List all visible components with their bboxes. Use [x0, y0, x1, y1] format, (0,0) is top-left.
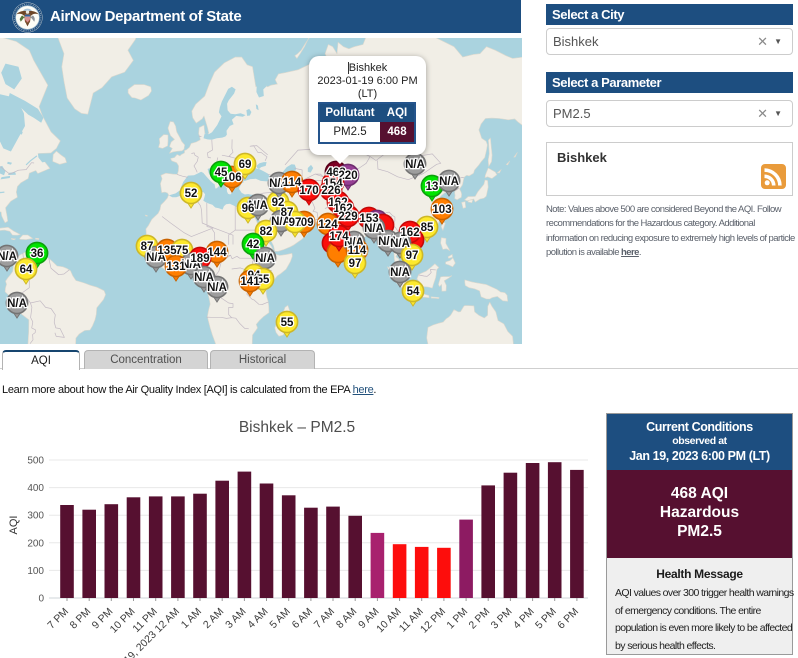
svg-text:8 AM: 8 AM — [334, 606, 359, 631]
svg-text:96: 96 — [242, 203, 255, 215]
svg-text:N/A: N/A — [390, 267, 410, 279]
svg-text:141: 141 — [240, 276, 260, 288]
svg-text:10 PM: 10 PM — [108, 606, 138, 636]
svg-text:82: 82 — [260, 226, 273, 238]
svg-text:131: 131 — [166, 261, 186, 273]
svg-text:0: 0 — [38, 594, 44, 605]
svg-text:69: 69 — [239, 159, 252, 171]
svg-text:N/A: N/A — [207, 282, 227, 294]
svg-text:64: 64 — [20, 264, 33, 276]
svg-text:N/A: N/A — [439, 176, 459, 188]
svg-text:300: 300 — [27, 511, 44, 522]
svg-text:124: 124 — [318, 219, 338, 231]
svg-text:1 PM: 1 PM — [444, 606, 470, 632]
svg-text:55: 55 — [281, 317, 294, 329]
svg-text:189: 189 — [190, 253, 209, 265]
svg-text:135: 135 — [157, 245, 177, 257]
svg-text:Bishkek – PM2.5: Bishkek – PM2.5 — [239, 419, 355, 436]
svg-text:45: 45 — [215, 167, 228, 179]
svg-text:N/A: N/A — [390, 238, 410, 250]
svg-text:97: 97 — [406, 250, 419, 262]
svg-text:3 PM: 3 PM — [489, 606, 515, 632]
svg-text:200: 200 — [27, 538, 44, 549]
svg-text:6 PM: 6 PM — [555, 606, 581, 632]
svg-text:75: 75 — [176, 245, 189, 257]
svg-text:13: 13 — [426, 181, 439, 193]
svg-text:52: 52 — [185, 188, 198, 200]
svg-text:97: 97 — [289, 217, 302, 229]
svg-text:114: 114 — [348, 245, 367, 257]
svg-text:AQI: AQI — [8, 516, 20, 535]
svg-text:7 PM: 7 PM — [45, 606, 71, 632]
svg-text:153: 153 — [359, 213, 378, 225]
svg-text:N/A: N/A — [405, 159, 425, 171]
svg-text:54: 54 — [407, 286, 420, 298]
svg-text:97: 97 — [349, 258, 362, 270]
svg-text:10 AM: 10 AM — [374, 606, 404, 636]
svg-text:N/A: N/A — [0, 251, 17, 263]
svg-text:170: 170 — [299, 185, 318, 197]
svg-text:144: 144 — [207, 247, 227, 259]
svg-text:N/A: N/A — [255, 253, 275, 265]
svg-text:400: 400 — [27, 483, 44, 494]
svg-text:4 AM: 4 AM — [245, 606, 270, 631]
svg-text:12 PM: 12 PM — [418, 606, 448, 636]
svg-text:103: 103 — [432, 204, 451, 216]
svg-text:500: 500 — [27, 456, 44, 467]
svg-text:100: 100 — [27, 566, 44, 577]
svg-text:1 AM: 1 AM — [179, 606, 204, 631]
svg-text:174: 174 — [329, 231, 349, 243]
svg-text:3 AM: 3 AM — [223, 606, 248, 631]
svg-text:229: 229 — [338, 211, 357, 223]
svg-text:5 AM: 5 AM — [267, 606, 292, 631]
svg-text:42: 42 — [247, 239, 260, 251]
svg-text:2 AM: 2 AM — [201, 606, 226, 631]
svg-text:8 PM: 8 PM — [68, 606, 94, 632]
svg-text:226: 226 — [321, 185, 340, 197]
svg-text:7 AM: 7 AM — [312, 606, 337, 631]
svg-text:5 PM: 5 PM — [533, 606, 559, 632]
svg-text:85: 85 — [421, 222, 434, 234]
svg-text:6 AM: 6 AM — [290, 606, 315, 631]
svg-text:36: 36 — [31, 248, 44, 260]
svg-text:N/A: N/A — [7, 298, 27, 310]
svg-text:2 PM: 2 PM — [467, 606, 493, 632]
svg-text:4 PM: 4 PM — [511, 606, 537, 632]
